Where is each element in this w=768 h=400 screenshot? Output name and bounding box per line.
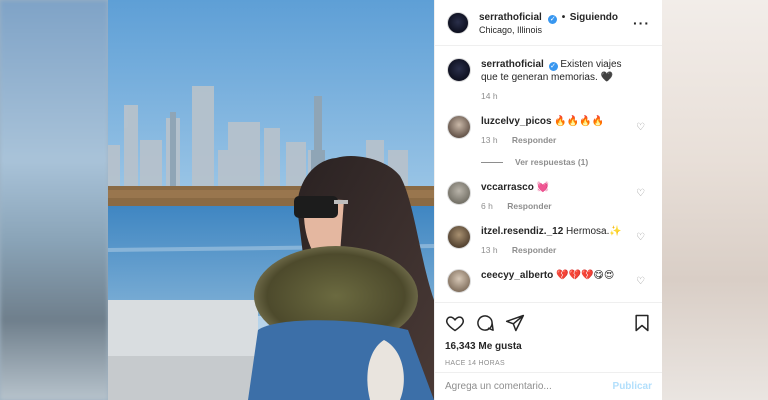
post-timestamp: HACE 14 HORAS xyxy=(445,360,505,367)
verified-badge-icon: ✓ xyxy=(548,62,558,71)
comment-username[interactable]: itzel.resendiz._12 xyxy=(481,226,563,237)
share-icon[interactable] xyxy=(505,313,525,333)
commenter-avatar[interactable] xyxy=(447,225,471,249)
comment-text: 🔥🔥🔥🔥 xyxy=(554,116,605,127)
comment-text: Hermosa.✨ xyxy=(566,226,622,237)
list-item: ceecyy_alberto 💔💔💔😋😍 ♡ xyxy=(447,269,650,293)
commenter-avatar[interactable] xyxy=(447,269,471,293)
comment-input[interactable] xyxy=(445,381,613,392)
comment-time: 6 h xyxy=(481,201,493,211)
author-avatar[interactable] xyxy=(447,11,469,34)
list-item: itzel.resendiz._12 Hermosa.✨ 13 h Respon… xyxy=(447,225,650,257)
comment-text: 💓 xyxy=(536,182,550,193)
post-actions: 16,343 Me gusta HACE 14 HORAS xyxy=(435,302,662,367)
publish-button[interactable]: Publicar xyxy=(613,381,652,392)
verified-badge-icon: ✓ xyxy=(548,14,558,24)
reply-button[interactable]: Responder xyxy=(507,201,551,211)
reply-button[interactable]: Responder xyxy=(512,245,556,255)
reply-button[interactable]: Responder xyxy=(512,135,556,145)
commenter-avatar[interactable] xyxy=(447,181,471,205)
view-replies-label: Ver respuestas (1) xyxy=(515,157,589,167)
replies-line-divider xyxy=(481,161,503,163)
view-replies-button[interactable]: Ver respuestas (1) xyxy=(481,157,650,167)
comment-icon[interactable] xyxy=(475,313,495,333)
backdrop-right xyxy=(662,0,768,400)
like-comment-heart-icon[interactable]: ♡ xyxy=(636,189,646,199)
post-header: serrathoficial ✓ • Siguiendo Chicago, Il… xyxy=(435,0,662,46)
post-photo[interactable] xyxy=(108,0,434,400)
comment-time: 13 h xyxy=(481,245,498,255)
comment-text: 💔💔💔😋😍 xyxy=(556,270,615,281)
list-item: luzcelvy_picos 🔥🔥🔥🔥 13 h Responder ♡ xyxy=(447,115,650,147)
like-comment-heart-icon[interactable]: ♡ xyxy=(636,123,646,133)
list-item: vccarrasco 💓 6 h Responder ♡ xyxy=(447,181,650,213)
backdrop-left xyxy=(0,0,108,400)
caption-row: serrathoficial ✓ Existen viajes que te g… xyxy=(447,58,650,103)
post-panel: serrathoficial ✓ • Siguiendo Chicago, Il… xyxy=(434,0,662,400)
comment-time: 13 h xyxy=(481,135,498,145)
author-avatar[interactable] xyxy=(447,58,471,82)
likes-count[interactable]: 16,343 Me gusta xyxy=(445,341,652,352)
comment-username[interactable]: luzcelvy_picos xyxy=(481,116,552,127)
caption-time: 14 h xyxy=(481,91,498,101)
more-horizontal-icon[interactable]: ··· xyxy=(633,15,650,31)
caption-username[interactable]: serrathoficial xyxy=(481,59,544,70)
comments-list[interactable]: serrathoficial ✓ Existen viajes que te g… xyxy=(435,46,662,302)
post-location[interactable]: Chicago, Illinois xyxy=(479,24,633,37)
add-comment-bar: Publicar xyxy=(435,372,662,400)
follow-separator: • xyxy=(561,11,566,23)
bookmark-icon[interactable] xyxy=(632,313,652,333)
like-comment-heart-icon[interactable]: ♡ xyxy=(636,233,646,243)
commenter-avatar[interactable] xyxy=(447,115,471,139)
heart-icon[interactable] xyxy=(445,313,465,333)
follow-status-button[interactable]: Siguiendo xyxy=(570,12,618,23)
like-comment-heart-icon[interactable]: ♡ xyxy=(636,277,646,287)
author-username[interactable]: serrathoficial xyxy=(479,12,542,23)
comment-username[interactable]: ceecyy_alberto xyxy=(481,270,553,281)
comment-username[interactable]: vccarrasco xyxy=(481,182,534,193)
